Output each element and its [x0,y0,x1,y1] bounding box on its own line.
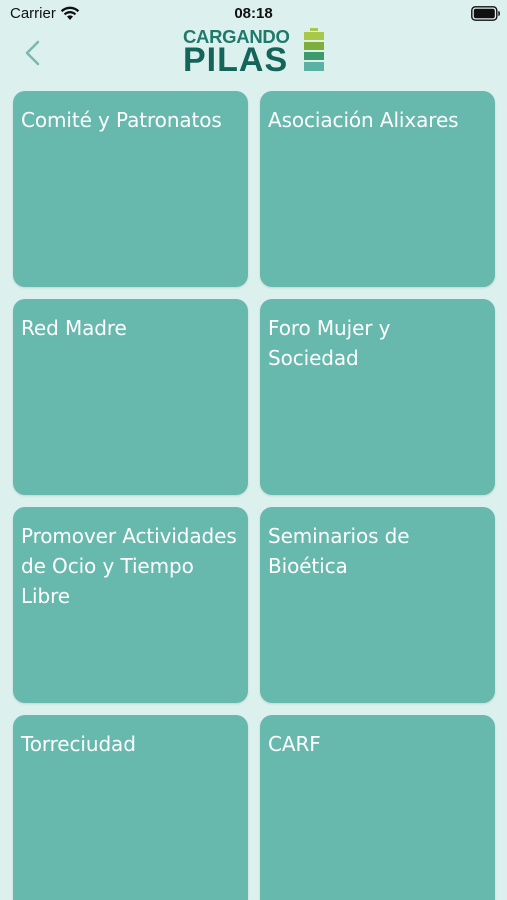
tile-asociacion-alixares[interactable]: Asociación Alixares [260,91,495,287]
status-bar: Carrier 08:18 [0,0,507,28]
chevron-left-icon [25,40,40,66]
tile-label: CARF [268,732,321,756]
tile-label: Asociación Alixares [268,108,459,132]
tile-foro-mujer-y-sociedad[interactable]: Foro Mujer y Sociedad [260,299,495,495]
tile-promover-actividades[interactable]: Promover Actividades de Ocio y Tiempo Li… [13,507,248,703]
tile-torreciudad[interactable]: Torreciudad [13,715,248,900]
tile-seminarios-de-bioetica[interactable]: Seminarios de Bioética [260,507,495,703]
tile-label: Comité y Patronatos [21,108,222,132]
app-logo: CARGANDO PILAS [183,27,328,80]
back-button[interactable] [18,36,50,70]
tile-red-madre[interactable]: Red Madre [13,299,248,495]
tile-label: Promover Actividades de Ocio y Tiempo Li… [21,524,237,608]
tile-label: Seminarios de Bioética [268,524,410,578]
tile-label: Foro Mujer y Sociedad [268,316,391,370]
tile-carf[interactable]: CARF [260,715,495,900]
tile-comite-y-patronatos[interactable]: Comité y Patronatos [13,91,248,287]
clock: 08:18 [234,5,273,22]
logo-text-bottom: PILAS [183,41,289,79]
battery-icon [471,6,500,21]
nav-bar: CARGANDO PILAS [0,27,507,84]
logo-battery-icon [304,28,324,71]
tile-label: Torreciudad [21,732,136,756]
tile-label: Red Madre [21,316,127,340]
